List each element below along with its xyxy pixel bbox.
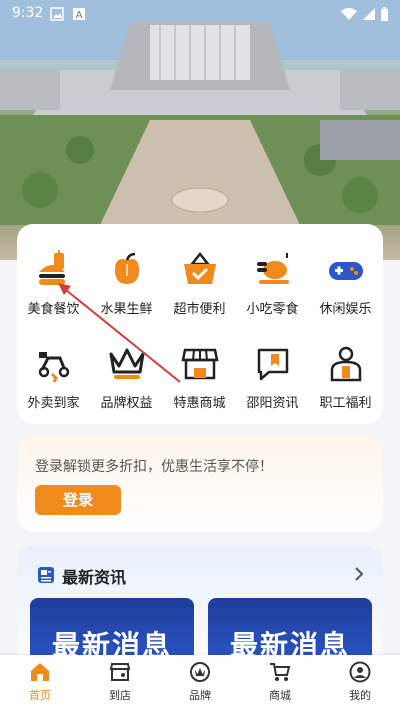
category-supermarket[interactable]: 超市便利 xyxy=(163,250,236,317)
category-label: 休闲娱乐 xyxy=(319,302,372,317)
roast-chicken-icon xyxy=(256,253,289,284)
category-discount-mall[interactable]: 特惠商城 xyxy=(163,344,236,411)
news-title: 最新资讯 xyxy=(62,568,127,587)
tab-brand[interactable]: 品牌 xyxy=(160,661,240,703)
category-label: 特惠商城 xyxy=(173,396,226,411)
category-snacks[interactable]: 小吃零食 xyxy=(236,250,309,317)
hero-banner-image xyxy=(0,0,400,260)
tab-label: 商城 xyxy=(269,689,291,702)
store-icon xyxy=(109,663,131,681)
category-employee-benefits[interactable]: 职工福利 xyxy=(309,344,382,411)
category-fruit[interactable]: 水果生鲜 xyxy=(90,250,163,317)
brand-crown-icon xyxy=(190,662,210,682)
chevron-right-icon[interactable] xyxy=(353,566,365,582)
tab-mall[interactable]: 商城 xyxy=(240,661,320,703)
category-label: 邵阳资讯 xyxy=(246,396,299,411)
category-label: 品牌权益 xyxy=(100,396,153,411)
category-grid: 美食餐饮 水果生鲜 超市便利 小吃零食 休闲娱乐 外卖到家 品牌权益 特惠商城 … xyxy=(17,224,383,424)
category-shaoyang-news[interactable]: 邵阳资讯 xyxy=(236,344,309,411)
category-label: 职工福利 xyxy=(319,396,372,411)
category-label: 小吃零食 xyxy=(246,302,299,317)
tab-label: 首页 xyxy=(29,689,51,702)
login-tip-text: 登录解锁更多折扣，优惠生活享不停！ xyxy=(35,459,273,475)
crown-icon xyxy=(109,348,144,379)
shopping-basket-icon xyxy=(183,251,216,284)
font-notification-icon: A xyxy=(73,8,85,21)
tab-label: 我的 xyxy=(349,689,371,702)
scooter-icon xyxy=(38,352,69,383)
signal-icon xyxy=(363,8,375,20)
gamepad-icon xyxy=(328,262,363,280)
category-label: 超市便利 xyxy=(173,302,226,317)
worker-icon xyxy=(330,346,361,382)
tab-home[interactable]: 首页 xyxy=(0,661,80,703)
category-delivery[interactable]: 外卖到家 xyxy=(17,344,90,411)
storefront-icon xyxy=(180,348,219,380)
category-label: 外卖到家 xyxy=(27,396,80,411)
battery-icon xyxy=(381,7,388,21)
svg-text:A: A xyxy=(76,10,83,21)
status-bar: 9:32 A xyxy=(0,0,400,28)
category-food[interactable]: 美食餐饮 xyxy=(17,250,90,317)
station-aerial-illustration xyxy=(0,0,400,225)
news-icon xyxy=(38,567,54,583)
tab-label: 品牌 xyxy=(189,689,211,702)
burger-drink-icon xyxy=(38,250,65,285)
tab-label: 到店 xyxy=(109,689,131,702)
category-brand-rights[interactable]: 品牌权益 xyxy=(90,344,163,411)
category-entertainment[interactable]: 休闲娱乐 xyxy=(309,250,382,317)
wifi-icon xyxy=(341,8,357,20)
bookmark-chat-icon xyxy=(257,348,288,381)
cart-icon xyxy=(270,663,291,681)
bottom-tab-bar: 首页 到店 品牌 商城 我的 xyxy=(0,655,400,711)
category-label: 美食餐饮 xyxy=(27,302,80,317)
category-label: 水果生鲜 xyxy=(100,302,153,317)
user-icon xyxy=(349,661,371,683)
login-button[interactable]: 登录 xyxy=(35,485,121,515)
tab-mine[interactable]: 我的 xyxy=(320,661,400,703)
apple-icon xyxy=(114,252,139,284)
status-time: 9:32 xyxy=(12,5,44,21)
home-icon xyxy=(31,663,49,681)
login-promo-card: 登录解锁更多折扣，优惠生活享不停！ 登录 xyxy=(17,436,383,532)
tab-in-store[interactable]: 到店 xyxy=(80,661,160,703)
image-notification-icon xyxy=(50,7,64,21)
